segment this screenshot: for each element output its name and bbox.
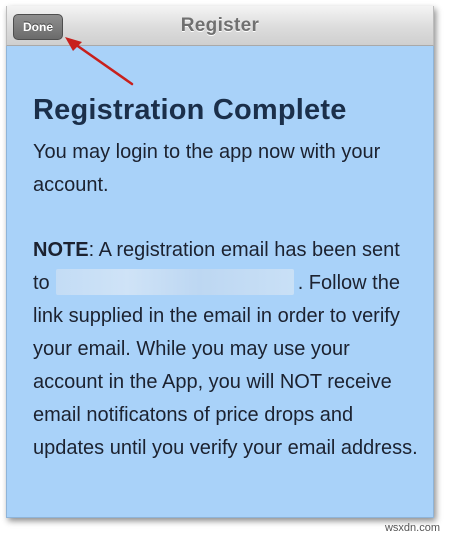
content-panel: Registration Complete You may login to t…: [6, 46, 434, 518]
note-paragraph: NOTE: A registration email has been sent…: [33, 234, 418, 465]
red-arrow-icon: [65, 37, 134, 86]
note-text-after: . Follow the link supplied in the email …: [33, 272, 418, 459]
note-label: NOTE: [33, 239, 89, 261]
page-heading: Registration Complete: [33, 94, 347, 126]
intro-text: You may login to the app now with your a…: [33, 141, 381, 196]
watermark: wsxdn.com: [384, 522, 440, 534]
nav-title: Register: [180, 15, 260, 36]
redacted-email: [55, 269, 294, 295]
